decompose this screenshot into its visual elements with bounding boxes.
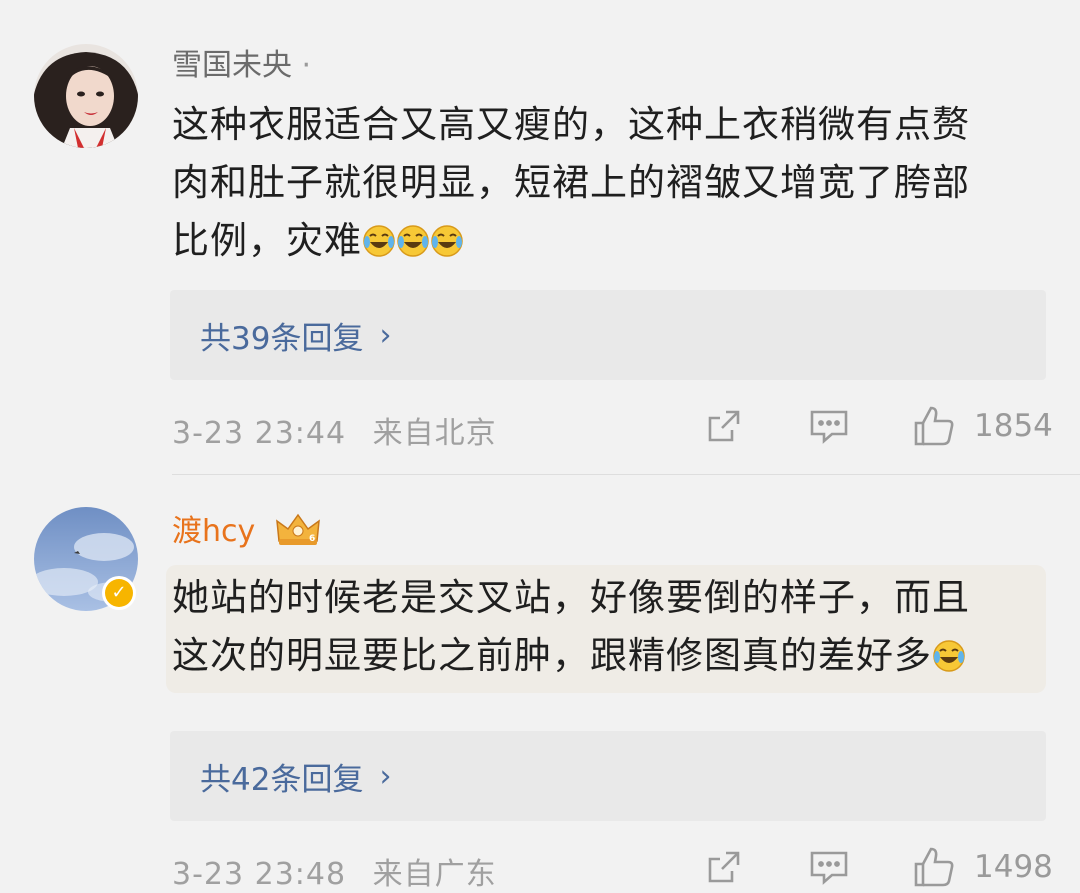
comment-location: 来自北京	[372, 416, 497, 451]
share-icon	[708, 851, 740, 883]
share-icon	[708, 410, 740, 442]
crown-badge: 6	[273, 511, 323, 556]
username-text[interactable]: 渡hcy	[172, 514, 255, 549]
comment-button[interactable]	[808, 406, 850, 446]
chevron-right-icon: ›	[379, 317, 392, 353]
like-icon	[914, 847, 954, 887]
like-icon	[914, 406, 954, 446]
view-replies-link[interactable]: 共39条回复 ›	[200, 313, 391, 358]
username-dot: ·	[301, 48, 312, 83]
comment-icon	[810, 851, 848, 885]
share-button[interactable]	[704, 847, 744, 887]
comment-text-line: 她站的时候老是交叉站，好像要倒的样子，而且	[172, 576, 970, 619]
laugh-cry-emoji	[430, 217, 464, 257]
verified-check-icon: ✓	[105, 579, 133, 607]
reply-count-label[interactable]: 共42条回复	[200, 754, 363, 799]
laugh-cry-emoji	[396, 217, 430, 257]
comment-text-line: 这次的明显要比之前肿，跟精修图真的差好多	[172, 627, 970, 685]
comment-item-1: 雪国未央 · 这种衣服适合又高又瘦的，这种上衣稍微有点赘 肉和肚子就很明显，短裙…	[0, 0, 1080, 470]
chevron-right-icon: ›	[379, 758, 392, 794]
comment-text-line: 这种衣服适合又高又瘦的，这种上衣稍微有点赘	[172, 103, 970, 146]
comment-meta: 3-23 23:44 来自北京	[172, 408, 497, 452]
comment-text-segment: 这次的明显要比之前肿，跟精修图真的差好多	[172, 634, 932, 677]
username-text[interactable]: 雪国未央	[172, 48, 292, 83]
comment-date: 3-23 23:44	[172, 416, 347, 451]
reply-thread-box[interactable]: 共42条回复 ›	[170, 731, 1046, 821]
comment-location: 来自广东	[372, 857, 497, 892]
avatar[interactable]	[34, 44, 138, 148]
laugh-cry-emoji	[932, 632, 966, 672]
like-button[interactable]: 1498	[912, 845, 1053, 889]
comment-text: 这种衣服适合又高又瘦的，这种上衣稍微有点赘 肉和肚子就很明显，短裙上的褶皱又增宽…	[172, 96, 970, 270]
username[interactable]: 渡hcy 6	[172, 511, 323, 556]
comment-text-line: 肉和肚子就很明显，短裙上的褶皱又增宽了胯部	[172, 161, 970, 204]
verified-badge: ✓	[102, 576, 136, 610]
comment-button[interactable]	[808, 847, 850, 887]
view-replies-link[interactable]: 共42条回复 ›	[200, 754, 391, 799]
reply-thread-box[interactable]: 共39条回复 ›	[170, 290, 1046, 380]
comment-meta: 3-23 23:48 来自广东	[172, 849, 497, 893]
like-count: 1854	[974, 408, 1053, 444]
like-button[interactable]: 1854	[912, 404, 1053, 448]
svg-text:6: 6	[309, 534, 315, 544]
comment-text-line: 比例，灾难	[172, 212, 970, 270]
comment-icon	[810, 410, 848, 444]
comment-text-segment: 比例，灾难	[172, 219, 362, 262]
reply-count-label[interactable]: 共39条回复	[200, 313, 363, 358]
share-button[interactable]	[704, 406, 744, 446]
like-count: 1498	[974, 849, 1053, 885]
comment-date: 3-23 23:48	[172, 857, 347, 892]
username[interactable]: 雪国未央 ·	[172, 48, 311, 84]
laugh-cry-emoji	[362, 217, 396, 257]
comment-item-2: ✓ 渡hcy 6 她站的时候老是交叉站，好像要倒的样子，而且 这次的明显要比之前…	[0, 475, 1080, 892]
comment-text: 她站的时候老是交叉站，好像要倒的样子，而且 这次的明显要比之前肿，跟精修图真的差…	[172, 569, 970, 685]
